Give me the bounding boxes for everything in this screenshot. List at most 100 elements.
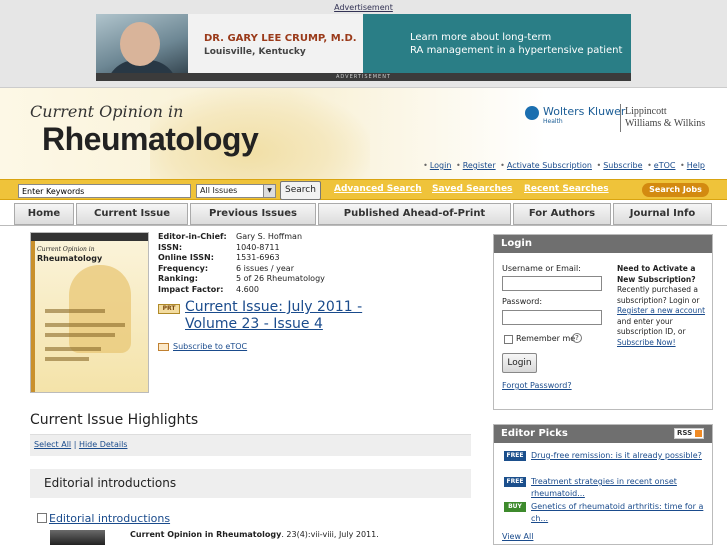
meta-value: 4.600 — [236, 284, 259, 294]
subscribe-now-link[interactable]: Subscribe Now! — [617, 338, 676, 347]
meta-value: 1040-8711 — [236, 242, 280, 252]
register-account-link[interactable]: Register a new account — [617, 306, 705, 315]
toolbar-separator: | — [73, 440, 77, 449]
meta-key: Frequency: — [158, 263, 209, 273]
article-citation-details: . 23(4):vii-viii, July 2011. — [281, 530, 379, 539]
password-field[interactable] — [502, 310, 602, 325]
cover-title-prefix: Current Opinion in — [37, 246, 95, 253]
tab-previous-issues[interactable]: Previous Issues — [190, 203, 316, 225]
username-field[interactable] — [502, 276, 602, 291]
article-thumbnail — [50, 530, 105, 545]
forgot-password-link[interactable]: Forgot Password? — [502, 381, 572, 390]
meta-key: Editor-in-Chief: — [158, 232, 227, 241]
login-panel-title: Login — [494, 235, 712, 253]
journal-title-prefix: Current Opinion in — [30, 102, 184, 121]
etoc-link[interactable]: eTOC — [654, 161, 676, 170]
login-panel: Login Username or Email: Password: Remem… — [493, 234, 713, 410]
tab-published-ahead-of-print[interactable]: Published Ahead-of-Print — [318, 203, 511, 225]
subscribe-link[interactable]: Subscribe — [603, 161, 642, 170]
site-header: Current Opinion in Rheumatology Wolters … — [0, 87, 727, 179]
recent-searches-link[interactable]: Recent Searches — [524, 184, 609, 194]
free-badge: FREE — [504, 451, 526, 461]
issue-scope-value: All Issues — [200, 186, 238, 195]
wolters-kluwer-logo-icon — [525, 106, 539, 120]
top-links: • Login • Register • Activate Subscription … — [423, 161, 705, 170]
meta-value: 5 of 26 Rheumatology — [236, 274, 325, 283]
editor-picks-panel: Editor Picks RSS FREE Drug-free remissio… — [493, 424, 713, 545]
tab-current-issue[interactable]: Current Issue — [76, 203, 188, 225]
remember-me-label: Remember me — [516, 334, 576, 343]
buy-badge: BUY — [504, 502, 526, 512]
activate-text2: and enter your subscription ID, or — [617, 316, 686, 337]
current-issue-link[interactable]: Current Issue: July 2011 - Volume 23 - I… — [185, 299, 385, 333]
main-nav: Home Current Issue Previous Issues Publi… — [0, 201, 727, 226]
pick-article-link[interactable]: Treatment strategies in recent onset rhe… — [531, 476, 711, 499]
search-bar: All Issues ▼ Search Advanced Search Save… — [0, 179, 727, 200]
highlights-heading: Current Issue Highlights — [30, 412, 199, 428]
publisher-wk-sub: Health — [543, 118, 563, 125]
publisher-wk-name: Wolters Kluwer — [543, 105, 626, 118]
publisher-lww-line2: Williams & Wilkins — [625, 118, 706, 129]
saved-searches-link[interactable]: Saved Searches — [432, 184, 512, 194]
rss-icon[interactable]: RSS — [674, 428, 704, 439]
search-button[interactable]: Search — [280, 181, 321, 200]
chevron-down-icon: ▼ — [263, 185, 275, 197]
subscribe-etoc-link[interactable]: Subscribe to eTOC — [173, 342, 247, 351]
article-journal-name: Current Opinion in Rheumatology — [130, 530, 282, 539]
remember-me-checkbox[interactable] — [504, 335, 513, 344]
tab-journal-info[interactable]: Journal Info — [613, 203, 712, 225]
meta-key: Ranking: — [158, 274, 198, 283]
meta-value: 6 issues / year — [236, 263, 294, 273]
ad-doctor-name: DR. GARY LEE CRUMP, M.D. — [204, 33, 357, 44]
meta-value: Gary S. Hoffman — [236, 232, 303, 241]
activate-text1: Recently purchased a subscription? Login… — [617, 285, 700, 305]
ad-doctor-city: Louisville, Kentucky — [204, 47, 306, 57]
publisher-lww-line1: Lippincott — [625, 106, 667, 117]
username-label: Username or Email: — [502, 264, 581, 273]
ad-label-link[interactable]: Advertisement — [0, 3, 727, 12]
meta-key: Impact Factor: — [158, 284, 224, 294]
journal-metadata: Editor-in-Chief: Gary S. Hoffman ISSN: 104… — [158, 232, 325, 295]
register-link[interactable]: Register — [463, 161, 496, 170]
journal-cover-image[interactable]: Current Opinion in Rheumatology — [30, 232, 149, 393]
activate-heading: Need to Activate a New Subscription? — [617, 264, 696, 284]
activate-subscription-link[interactable]: Activate Subscription — [507, 161, 592, 170]
pick-article-link[interactable]: Drug-free remission: is it already possi… — [531, 450, 711, 462]
hide-details-link[interactable]: Hide Details — [79, 440, 128, 449]
free-badge: FREE — [504, 477, 526, 487]
envelope-icon — [158, 343, 169, 351]
meta-value: 1531-6963 — [236, 253, 280, 262]
login-link[interactable]: Login — [430, 161, 452, 170]
ad-message-line2: RA management in a hypertensive patient — [410, 45, 623, 56]
pick-article-link[interactable]: Genetics of rheumatoid arthritis: time f… — [531, 501, 711, 524]
article-select-checkbox[interactable] — [37, 513, 47, 523]
section-header: Editorial introductions — [30, 469, 471, 498]
journal-title-logo[interactable]: Rheumatology — [42, 121, 259, 158]
ad-doctor-photo — [96, 14, 188, 81]
cover-title-main: Rheumatology — [37, 254, 103, 263]
tab-for-authors[interactable]: For Authors — [513, 203, 611, 225]
password-label: Password: — [502, 297, 543, 306]
search-jobs-button[interactable]: Search Jobs — [642, 183, 709, 197]
ad-footer: ADVERTISEMENT — [96, 73, 631, 81]
article-title-link[interactable]: Editorial introductions — [49, 512, 170, 525]
select-all-link[interactable]: Select All — [34, 440, 71, 449]
section-title: Editorial introductions — [44, 476, 177, 490]
issue-scope-select[interactable]: All Issues ▼ — [196, 184, 276, 198]
tab-home[interactable]: Home — [14, 203, 74, 225]
article-citation: Current Opinion in Rheumatology. 23(4):v… — [130, 530, 379, 539]
meta-key: Online ISSN: — [158, 253, 214, 262]
ad-message-line1: Learn more about long-term — [410, 32, 552, 43]
login-button[interactable]: Login — [502, 353, 537, 373]
help-icon[interactable]: ? — [572, 333, 582, 343]
highlights-toolbar: Select All | Hide Details — [30, 434, 471, 456]
ad-banner[interactable]: DR. GARY LEE CRUMP, M.D. Louisville, Ken… — [96, 14, 631, 81]
keyword-search-input[interactable] — [18, 184, 191, 198]
rss-label: RSS — [677, 429, 693, 437]
advanced-search-link[interactable]: Advanced Search — [334, 184, 422, 194]
publisher-logo[interactable]: Wolters Kluwer Health Lippincott William… — [525, 104, 715, 134]
view-all-link[interactable]: View All — [502, 532, 533, 541]
help-link[interactable]: Help — [687, 161, 705, 170]
print-badge-icon: PRT — [158, 304, 180, 314]
meta-key: ISSN: — [158, 242, 183, 252]
